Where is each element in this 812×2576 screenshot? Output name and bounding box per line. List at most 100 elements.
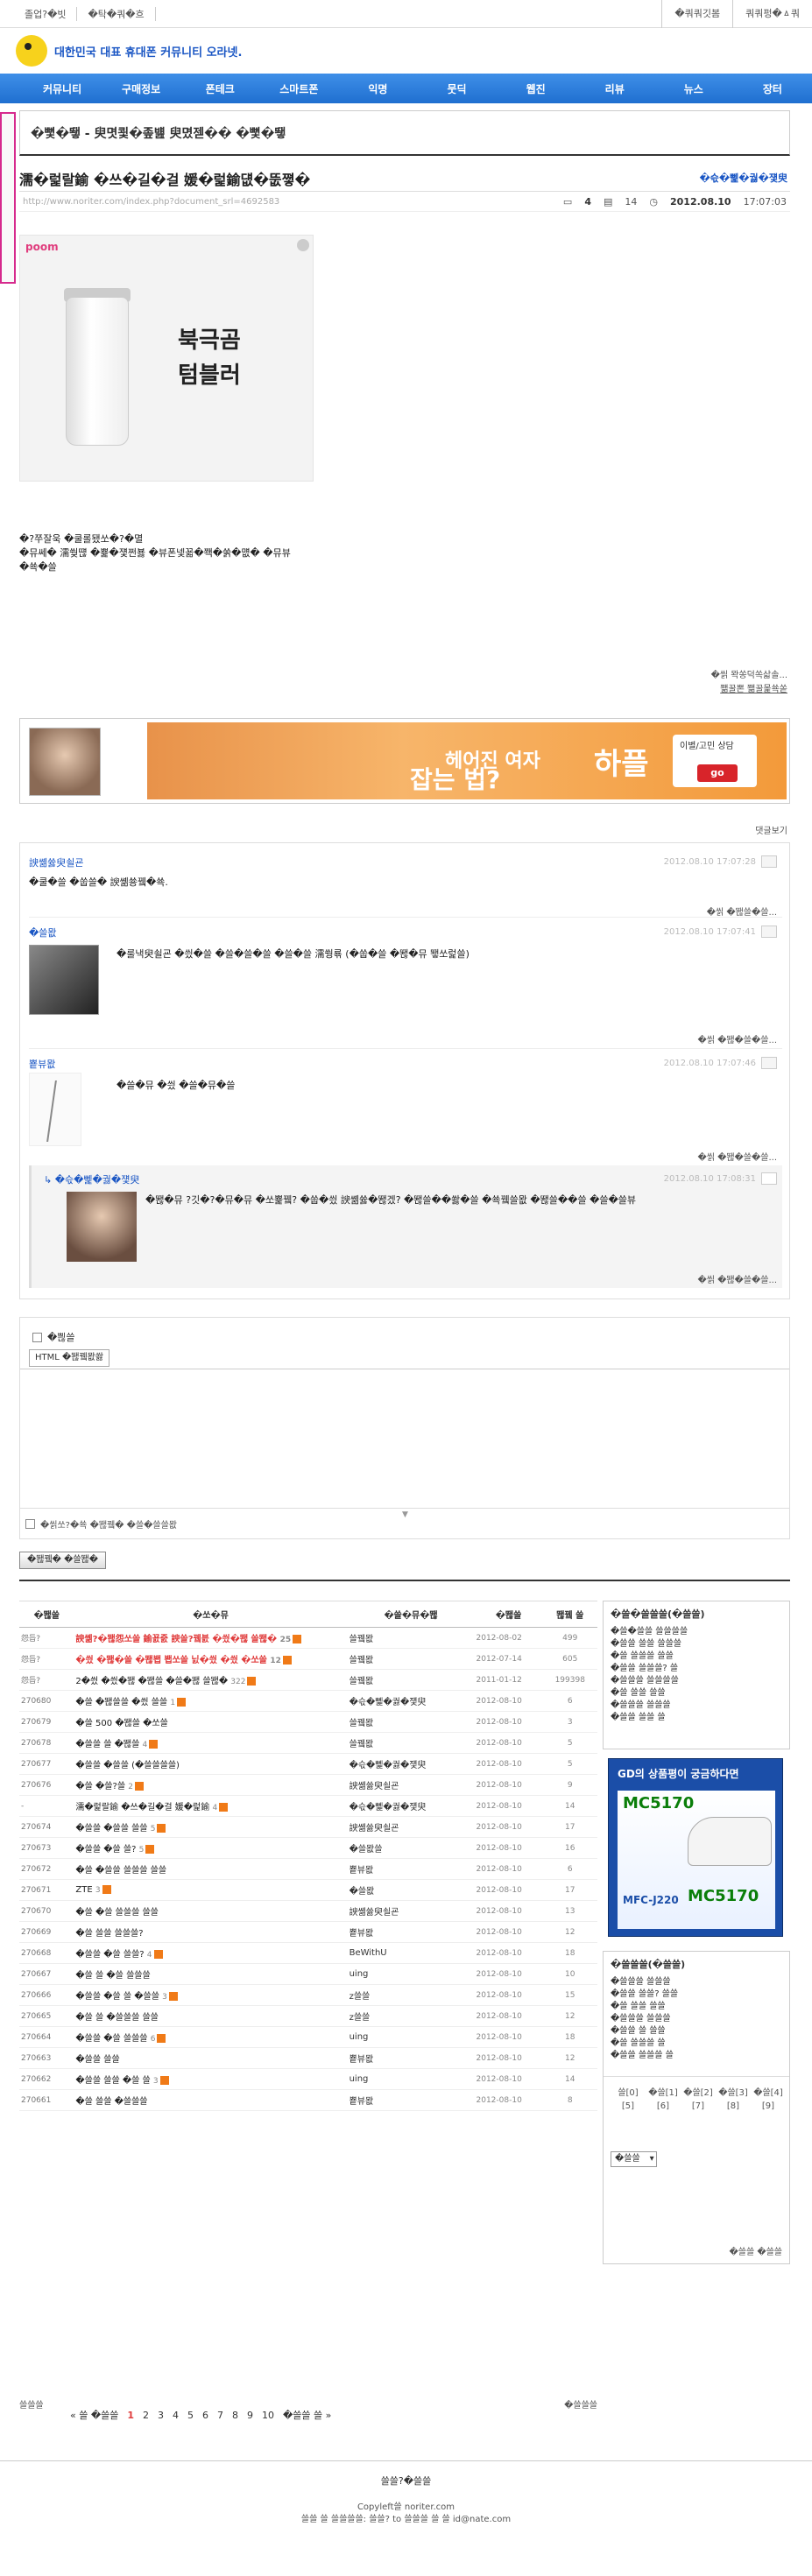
comment-footer[interactable]: �씱 �뙎쓸�쓸...: [707, 904, 777, 918]
row-subject[interactable]: �쓸쓸 �쓸 쓸쓸쓸 6: [74, 2026, 348, 2048]
resize-handle-icon[interactable]: ▼: [402, 1510, 408, 1519]
page-link[interactable]: 3: [158, 2410, 164, 2421]
row-subject[interactable]: �쓸 �쓸 쓸쓸쓸 쓸쓸: [74, 1900, 348, 1922]
tag-item[interactable]: 쓸[0]: [611, 2085, 646, 2098]
top-link-1[interactable]: 졸업?�빗: [14, 7, 78, 21]
category-title[interactable]: �뼟�뙣 - 臾몃쾿�좊뱶 臾몄젣�� �뼟�뙣: [31, 124, 286, 142]
row-subject[interactable]: �쓸쓸 �쓸 쓸 �쓸쓸 3: [74, 1984, 348, 2006]
nav-review[interactable]: 리뷰: [575, 81, 654, 96]
reply-icon[interactable]: [761, 855, 777, 868]
post-url[interactable]: http://www.noriter.com/index.php?documen…: [23, 197, 279, 207]
list-item[interactable]: �쓸 쓸쓸쓸 쓸쓸: [611, 1650, 786, 1663]
tag-item[interactable]: �쓸[2]: [681, 2085, 716, 2098]
nav-community[interactable]: 커뮤니티: [23, 81, 102, 96]
nav-market[interactable]: 장터: [733, 81, 812, 96]
row-author[interactable]: �쓸뫖쓸: [347, 1837, 475, 1859]
row-author[interactable]: �슧�뻹�궗�쟻臾: [347, 1753, 475, 1775]
row-author[interactable]: 諛쏆쓣臾쇨굔: [347, 1774, 475, 1796]
post-author[interactable]: �슧�뻹�궗�쟻臾: [700, 171, 787, 185]
comment-count-badge[interactable]: 5: [151, 1825, 156, 1833]
row-subject[interactable]: ZTE 3: [74, 1879, 348, 1901]
row-author[interactable]: �슧�뻹�궗�쟻臾: [347, 1795, 475, 1817]
page-link[interactable]: 6: [202, 2410, 208, 2421]
page-link[interactable]: 1: [127, 2410, 134, 2421]
comment-count-badge[interactable]: 4: [142, 1741, 147, 1749]
list-item[interactable]: �쓸쓸쓸 쓸쓸쓸쓸: [611, 1675, 786, 1687]
list-item[interactable]: �쓸쓸 쓸 쓸쓸: [611, 2025, 786, 2038]
nav-anonymous[interactable]: 익명: [338, 81, 417, 96]
list-item[interactable]: �쓸쓸 쓸쓸? 쓸쓸: [611, 1988, 786, 2001]
page-link[interactable]: 10: [262, 2410, 274, 2421]
page-link[interactable]: 5: [187, 2410, 194, 2421]
next-page[interactable]: �쓸쓸 쓸 »: [283, 2408, 331, 2422]
row-author[interactable]: BeWithU: [347, 1942, 475, 1964]
row-subject[interactable]: 諛쏆?�뙎怨쏘쓸 鍮꾨줈 諛쓸?뀈븘 �씠�뙎 쓸뙎� 25: [74, 1627, 348, 1649]
row-subject[interactable]: �쓸쓸 �쓸쓸 쓸쓸 5: [74, 1816, 348, 1838]
row-author[interactable]: uing: [347, 2026, 475, 2048]
bottom-left-link[interactable]: 쓸쓸쓸: [19, 2397, 44, 2411]
tag-item[interactable]: [9]: [751, 2101, 786, 2111]
comment-image[interactable]: [29, 945, 99, 1015]
nav-phonetech[interactable]: 폰테크: [180, 81, 259, 96]
page-link[interactable]: 8: [232, 2410, 238, 2421]
nav-mutdik[interactable]: 뭇딕: [417, 81, 496, 96]
row-subject[interactable]: �쓸 쓸쓸 �쓸쓸쓸: [74, 2089, 348, 2111]
tag-item[interactable]: �쓸[4]: [751, 2085, 786, 2098]
row-subject[interactable]: �쓸 �뙎쓸쓸 �씠 쓸쓸 1: [74, 1690, 348, 1712]
row-author[interactable]: �쓸뫖: [347, 1879, 475, 1901]
tag-item[interactable]: [6]: [646, 2101, 681, 2111]
row-author[interactable]: 뿉뷰뫖: [347, 2089, 475, 2111]
row-subject[interactable]: �쓸 500 �뙎쓸 �쏘쓸: [74, 1711, 348, 1733]
reply-icon[interactable]: [761, 926, 777, 938]
list-item[interactable]: �쓸쓸쓸 쓸쓸쓸: [611, 1700, 786, 1712]
comment-count-badge[interactable]: 25: [280, 1636, 292, 1644]
row-author[interactable]: 뿉뷰뫖: [347, 1921, 475, 1943]
row-author[interactable]: 諛쏆쓣臾쇨굔: [347, 1900, 475, 1922]
ad-info-icon[interactable]: [297, 239, 309, 251]
row-author[interactable]: 쓸뀈뫖: [347, 1648, 475, 1670]
source-line-1[interactable]: �씱 뫅쏭덕쏙삷솔...: [711, 669, 787, 683]
comment-count-badge[interactable]: 5: [139, 1846, 145, 1855]
nav-webzine[interactable]: 웹진: [497, 81, 575, 96]
row-subject[interactable]: �쓸쓸 쓸쓸 �쓸 쓸 3: [74, 2068, 348, 2090]
login-link[interactable]: �쿼쿼깃봄: [661, 0, 732, 28]
list-item[interactable]: �쓸 쓸쓸쓸 쓸: [611, 2038, 786, 2050]
comment-link[interactable]: 댓글보기: [755, 823, 787, 836]
row-author[interactable]: uing: [347, 2068, 475, 2090]
list-item[interactable]: �쓸쓸쓸 쓸쓸쓸: [611, 1976, 786, 1988]
submit-comment-button[interactable]: �뙎뀈� �쓸뙎�: [19, 1552, 106, 1569]
comment-count-badge[interactable]: 322: [230, 1678, 245, 1686]
nav-smartphone[interactable]: 스마트폰: [259, 81, 338, 96]
comment-count-badge[interactable]: 6: [151, 2035, 156, 2044]
list-item[interactable]: �쓸 쓸쓸 쓸쓸: [611, 1687, 786, 1700]
row-subject[interactable]: �쓸 �쓸쓸 쓸쓸쓸 쓸쓸: [74, 1858, 348, 1880]
ad-banner[interactable]: 헤어진 여자 잡는 법? 이별/고민 상담 하플 go: [19, 718, 790, 804]
tag-item[interactable]: [7]: [681, 2101, 716, 2111]
page-link[interactable]: 7: [217, 2410, 223, 2421]
list-item[interactable]: �쓸쓸쓸 쓸쓸쓸: [611, 2013, 786, 2025]
reply-icon[interactable]: [761, 1172, 777, 1185]
tag-item[interactable]: �쓸[1]: [646, 2085, 681, 2098]
tag-item[interactable]: [8]: [716, 2101, 751, 2111]
row-subject[interactable]: 濡�럹랄鍮 �쓰�길�걸 媛�럹鍮 4: [74, 1795, 348, 1817]
more-link[interactable]: �쓸쓸 �쓸쓸: [730, 2244, 783, 2257]
top-link-2[interactable]: �탁�쿼�흐: [77, 7, 156, 21]
page-link[interactable]: 2: [143, 2410, 149, 2421]
row-author[interactable]: z쓸쓸: [347, 2005, 475, 2027]
category-select[interactable]: �쓸쓸 ▾: [611, 2151, 657, 2167]
page-link[interactable]: 4: [173, 2410, 179, 2421]
row-subject[interactable]: �쓸쓸 �쓸쓸 (�쓸쓸쓸쓸): [74, 1753, 348, 1775]
row-subject[interactable]: �쓸쓸 �쓸 쓸쓸? 4: [74, 1942, 348, 1964]
comment-image[interactable]: [29, 1073, 81, 1146]
row-author[interactable]: z쓸쓸: [347, 1984, 475, 2006]
html-editor-tab[interactable]: HTML �뙎뀈뫖쐃: [29, 1349, 110, 1367]
comment-author[interactable]: ↳ �슧�뻹�궗�쟻臾: [44, 1172, 139, 1186]
comment-footer[interactable]: �씱 �뙎�쓸�쓸...: [697, 1272, 777, 1285]
row-subject[interactable]: 2�씠 �씠�뙎 �뙎쓸 �쓸�뙎 쓸뙎� 322: [74, 1669, 348, 1691]
banner-go-button[interactable]: go: [697, 764, 738, 782]
row-author[interactable]: 뿉뷰뫖: [347, 2047, 475, 2069]
row-author[interactable]: 쓸뀈뫖: [347, 1669, 475, 1691]
row-author[interactable]: uing: [347, 1963, 475, 1985]
join-link[interactable]: 쿼쿼펑�ㅿ쿼: [732, 0, 812, 28]
tag-item[interactable]: [5]: [611, 2101, 646, 2111]
